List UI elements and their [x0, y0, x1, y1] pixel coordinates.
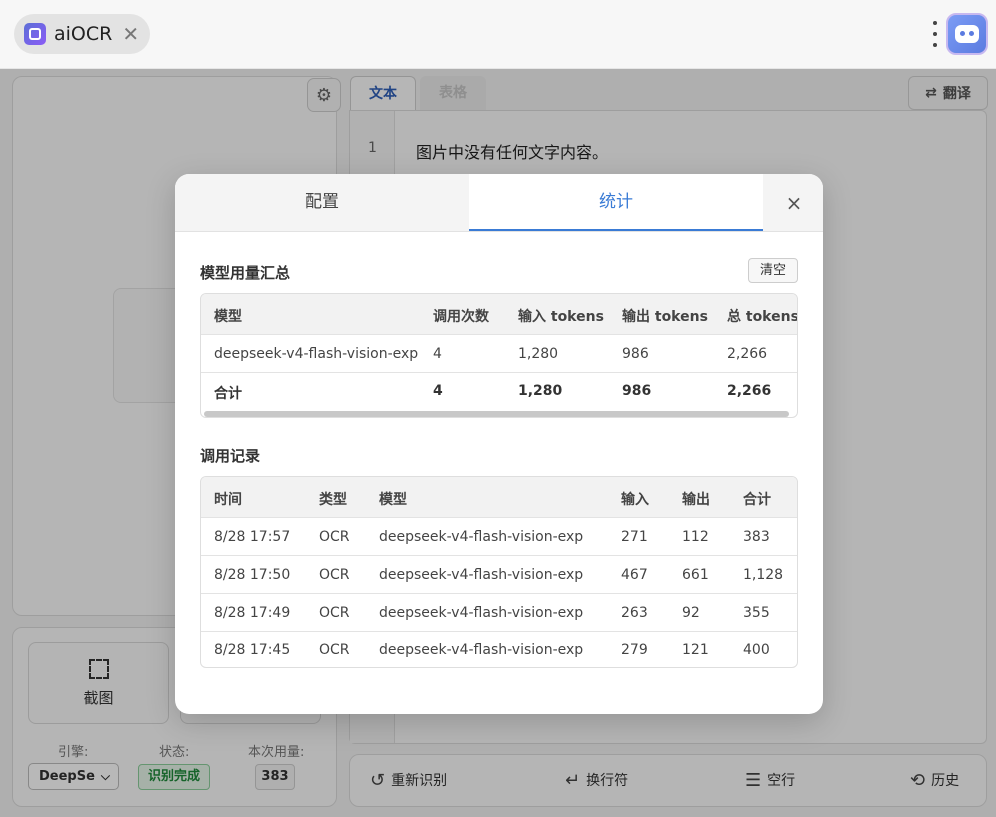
col-output: 输出 tokens — [622, 309, 708, 325]
cell-time: 8/28 17:57 — [214, 529, 291, 545]
total-total: 2,266 — [727, 383, 772, 399]
table-row: deepseek-v4-flash-vision-exp 4 1,280 986… — [201, 335, 797, 373]
table-header: 模型 调用次数 输入 tokens 输出 tokens 总 tokens — [201, 294, 797, 335]
cell-total: 355 — [743, 605, 770, 621]
cell-type: OCR — [319, 567, 350, 583]
col-total: 总 tokens — [727, 309, 798, 325]
table-row: 8/28 17:57 OCR deepseek-v4-flash-vision-… — [201, 518, 797, 556]
cell-output: 986 — [622, 346, 649, 362]
app-logo-icon — [24, 23, 46, 45]
cell-output: 112 — [682, 529, 709, 545]
table-row: 8/28 17:45 OCR deepseek-v4-flash-vision-… — [201, 632, 797, 667]
cell-type: OCR — [319, 529, 350, 545]
cell-output: 661 — [682, 567, 709, 583]
horizontal-scrollbar[interactable] — [204, 411, 789, 417]
tab-config[interactable]: 配置 — [175, 174, 469, 231]
close-icon[interactable]: × — [779, 188, 809, 218]
table-row: 8/28 17:49 OCR deepseek-v4-flash-vision-… — [201, 594, 797, 632]
col-model: 模型 — [379, 492, 407, 508]
cell-input: 263 — [621, 605, 648, 621]
cell-input: 1,280 — [518, 346, 559, 362]
col-time: 时间 — [214, 492, 242, 508]
cell-total: 2,266 — [727, 346, 768, 362]
total-label: 合计 — [214, 386, 242, 402]
cell-total: 383 — [743, 529, 770, 545]
cell-time: 8/28 17:49 — [214, 605, 291, 621]
table-header: 时间 类型 模型 输入 输出 合计 — [201, 477, 797, 518]
cell-type: OCR — [319, 642, 350, 658]
col-total: 合计 — [743, 492, 771, 508]
cell-total: 400 — [743, 642, 770, 658]
robot-avatar-icon[interactable] — [946, 13, 988, 55]
stats-dialog: 配置 统计 × 模型用量汇总 清空 模型 调用次数 输入 tokens 输出 t… — [175, 174, 823, 714]
cell-type: OCR — [319, 605, 350, 621]
summary-table: 模型 调用次数 输入 tokens 输出 tokens 总 tokens dee… — [200, 293, 798, 418]
log-table: 时间 类型 模型 输入 输出 合计 8/28 17:57 OCR deepsee… — [200, 476, 798, 668]
summary-title: 模型用量汇总 — [200, 264, 291, 282]
dialog-tabs: 配置 统计 × — [175, 174, 823, 232]
total-row: 合计 4 1,280 986 2,266 — [201, 373, 797, 410]
close-tab-icon[interactable]: ✕ — [122, 24, 139, 44]
cell-model: deepseek-v4-flash-vision-exp — [379, 605, 584, 621]
cell-input: 271 — [621, 529, 648, 545]
total-output: 986 — [622, 383, 652, 399]
col-model: 模型 — [214, 309, 242, 325]
total-calls: 4 — [433, 383, 443, 399]
col-input: 输入 tokens — [518, 309, 604, 325]
log-title: 调用记录 — [200, 447, 261, 465]
cell-total: 1,128 — [743, 567, 784, 583]
cell-model: deepseek-v4-flash-vision-exp — [379, 567, 584, 583]
col-calls: 调用次数 — [433, 309, 489, 325]
cell-time: 8/28 17:45 — [214, 642, 291, 658]
app-tab[interactable]: aiOCR ✕ — [14, 14, 150, 54]
more-vertical-icon[interactable] — [928, 18, 942, 50]
cell-time: 8/28 17:50 — [214, 567, 291, 583]
tab-stats[interactable]: 统计 — [469, 174, 763, 231]
cell-input: 467 — [621, 567, 648, 583]
cell-output: 121 — [682, 642, 709, 658]
cell-calls: 4 — [433, 346, 442, 362]
col-input: 输入 — [621, 492, 649, 508]
tab-title: aiOCR — [54, 23, 113, 45]
clear-button[interactable]: 清空 — [748, 258, 798, 283]
cell-model: deepseek-v4-flash-vision-exp — [379, 529, 584, 545]
cell-output: 92 — [682, 605, 700, 621]
col-type: 类型 — [319, 492, 347, 508]
total-input: 1,280 — [518, 383, 563, 399]
table-row: 8/28 17:50 OCR deepseek-v4-flash-vision-… — [201, 556, 797, 594]
col-output: 输出 — [682, 492, 710, 508]
cell-input: 279 — [621, 642, 648, 658]
cell-model: deepseek-v4-flash-vision-exp — [379, 642, 584, 658]
title-bar: aiOCR ✕ — [0, 0, 996, 69]
cell-model: deepseek-v4-flash-vision-exp — [214, 346, 419, 362]
